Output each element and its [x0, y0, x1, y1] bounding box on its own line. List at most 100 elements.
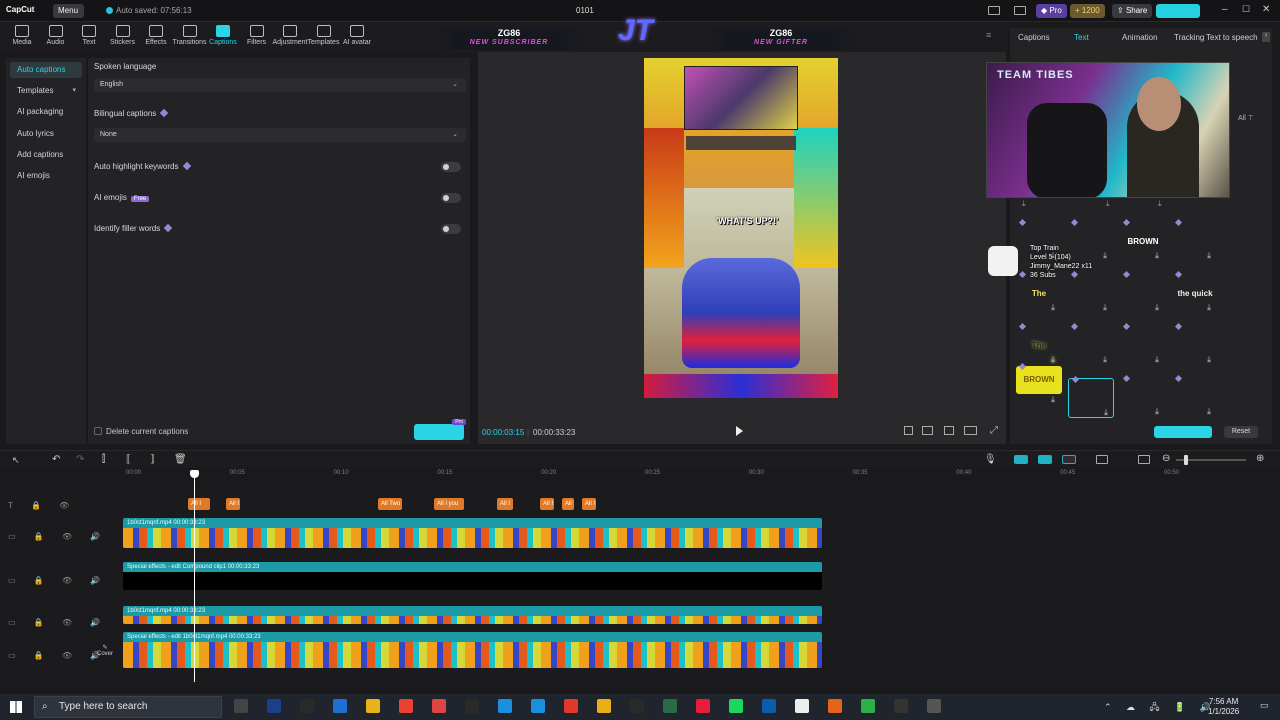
split-icon[interactable]: ⫿: [102, 454, 105, 465]
chrome-icon[interactable]: [399, 699, 413, 713]
share-button[interactable]: ⇪ Share: [1112, 4, 1153, 18]
layout-icon[interactable]: [988, 6, 1000, 15]
nav-auto-lyrics[interactable]: Auto lyrics: [10, 126, 82, 142]
photoshop-icon[interactable]: [267, 699, 281, 713]
notifications-icon[interactable]: ▭: [1260, 700, 1269, 711]
file-explorer-icon[interactable]: [366, 699, 380, 713]
maximize-icon[interactable]: ☐: [1242, 4, 1250, 15]
nav-templates[interactable]: Templates ▾: [10, 83, 82, 99]
task-view-icon[interactable]: [234, 699, 248, 713]
caption-clip[interactable]: All I: [497, 498, 513, 510]
toolbar-text[interactable]: Text: [71, 25, 107, 46]
download-icon[interactable]: ⤓: [1205, 408, 1213, 416]
zoom-slider[interactable]: [1176, 455, 1246, 465]
aspect-ratio-icon[interactable]: [964, 426, 977, 435]
download-icon[interactable]: ⤓: [1153, 408, 1161, 416]
mic-icon[interactable]: 🎙: [984, 454, 997, 465]
notion-icon[interactable]: [630, 699, 644, 713]
apply-all-button[interactable]: [1154, 426, 1212, 438]
capcut-icon[interactable]: [894, 699, 908, 713]
tab-captions[interactable]: Captions: [1018, 33, 1050, 42]
text-template-tile[interactable]: ⤓: [1172, 218, 1218, 262]
text-template-tile[interactable]: the quick ⤓: [1172, 270, 1218, 314]
app-icon[interactable]: [333, 699, 347, 713]
tabs-scroll-icon[interactable]: ›: [1262, 32, 1270, 42]
excel-icon[interactable]: [663, 699, 677, 713]
credits-button[interactable]: + 1200: [1070, 4, 1105, 18]
app-icon[interactable]: [927, 699, 941, 713]
toolbar-media[interactable]: Media: [4, 25, 40, 46]
pro-button[interactable]: ◆ Pro: [1036, 4, 1067, 18]
main-track-magnet-icon[interactable]: [1014, 455, 1028, 464]
split-left-icon[interactable]: ⟦: [126, 454, 131, 465]
video-preview[interactable]: 'WHAT'S UP?!': [644, 58, 838, 398]
text-template-tile[interactable]: ⤓: [1068, 270, 1114, 314]
text-template-tile[interactable]: ⤓: [1120, 270, 1166, 314]
download-icon[interactable]: ⤓: [1101, 304, 1109, 312]
cover-button[interactable]: ✎ Cover: [94, 644, 116, 664]
toolbar-ai-avatar[interactable]: AI avatar: [339, 25, 375, 46]
text-template-tile[interactable]: The ⤓: [1016, 322, 1062, 366]
firefox-icon[interactable]: [828, 699, 842, 713]
download-icon[interactable]: ⤓: [1153, 304, 1161, 312]
toolbar-stickers[interactable]: Stickers: [105, 25, 141, 46]
download-icon[interactable]: ⤓: [1205, 356, 1213, 364]
play-icon[interactable]: [736, 426, 743, 436]
caption-clip[interactable]: All I: [562, 498, 574, 510]
text-template-tile[interactable]: ⤓: [1172, 374, 1218, 418]
toolbar-transitions[interactable]: Transitions: [172, 25, 208, 46]
text-template-tile[interactable]: ⤓: [1172, 322, 1218, 366]
generate-button[interactable]: Pro: [414, 419, 466, 440]
download-icon[interactable]: ⤓: [1101, 252, 1109, 260]
nav-auto-captions[interactable]: Auto captions: [10, 62, 82, 78]
split-right-icon[interactable]: ⟧: [150, 454, 155, 465]
fit-icon[interactable]: [1138, 455, 1150, 464]
export-button[interactable]: [1156, 4, 1200, 18]
download-icon[interactable]: ⤓: [1022, 200, 1030, 208]
download-icon[interactable]: ⤓: [1205, 252, 1213, 260]
download-icon[interactable]: ⤓: [1049, 396, 1057, 404]
redo-icon[interactable]: ↷: [76, 454, 84, 465]
caption-text[interactable]: 'WHAT'S UP?!': [716, 216, 778, 226]
video-clip-1[interactable]: 1b0ct1mqnf.mp4 00:00:33:23: [123, 518, 822, 548]
taskbar-clock[interactable]: 7:56 AM 1/1/2026: [1208, 697, 1239, 717]
video-track-1-controls[interactable]: ▭ 🔒 👁 🔊: [8, 532, 108, 541]
download-icon[interactable]: ⤓: [1102, 409, 1110, 417]
auto-snap-icon[interactable]: [1038, 455, 1052, 464]
toolbar-templates[interactable]: Templates: [306, 25, 342, 46]
caption-clip[interactable]: All I: [582, 498, 596, 510]
caption-clip[interactable]: All Two: [378, 498, 402, 510]
nav-ai-packaging[interactable]: AI packaging: [10, 104, 82, 120]
compound-clip[interactable]: Special effects - edit Compound clip1 00…: [123, 562, 822, 590]
filler-words-toggle[interactable]: [441, 224, 461, 234]
word-icon[interactable]: [762, 699, 776, 713]
tab-animation[interactable]: Animation: [1122, 33, 1158, 42]
caption-clip[interactable]: All I: [226, 498, 240, 510]
minimize-icon[interactable]: –: [1222, 4, 1228, 15]
preview-axis-icon[interactable]: [1096, 455, 1108, 464]
taskbar-search-input[interactable]: ⌕ Type here to search: [34, 696, 222, 718]
caption-clip[interactable]: All I you: [434, 498, 464, 510]
video-clip-2[interactable]: 1b0ct1mqnf.mp4 00:00:33:23: [123, 606, 822, 624]
text-template-tile[interactable]: ⤓: [1068, 375, 1114, 418]
edge-icon[interactable]: [498, 699, 512, 713]
menu-button[interactable]: Menu ▾: [53, 4, 84, 29]
download-icon[interactable]: ⤓: [1049, 356, 1057, 364]
delete-captions-checkbox[interactable]: Delete current captions: [94, 427, 188, 436]
text-template-tile[interactable]: ⤓: [1120, 374, 1166, 418]
download-icon[interactable]: ⤓: [1101, 356, 1109, 364]
chrome-alt-icon[interactable]: [432, 699, 446, 713]
text-template-tile[interactable]: ⤓: [1120, 322, 1166, 366]
select-tool-icon[interactable]: ↖: [12, 455, 20, 466]
spotify-icon[interactable]: [729, 699, 743, 713]
tab-tracking[interactable]: Tracking: [1174, 33, 1204, 42]
obs-icon[interactable]: [465, 699, 479, 713]
toolbar-audio[interactable]: Audio: [38, 25, 74, 46]
toolbar-captions[interactable]: Captions: [205, 25, 241, 46]
zoom-in-icon[interactable]: ⊕: [1256, 453, 1264, 464]
download-icon[interactable]: ⤓: [1049, 304, 1057, 312]
caption-clip[interactable]: All I: [188, 498, 210, 510]
download-icon[interactable]: ⤓: [1205, 304, 1213, 312]
bilingual-select[interactable]: None ⌄: [94, 128, 466, 142]
toolbar-filters[interactable]: Filters: [239, 25, 275, 46]
